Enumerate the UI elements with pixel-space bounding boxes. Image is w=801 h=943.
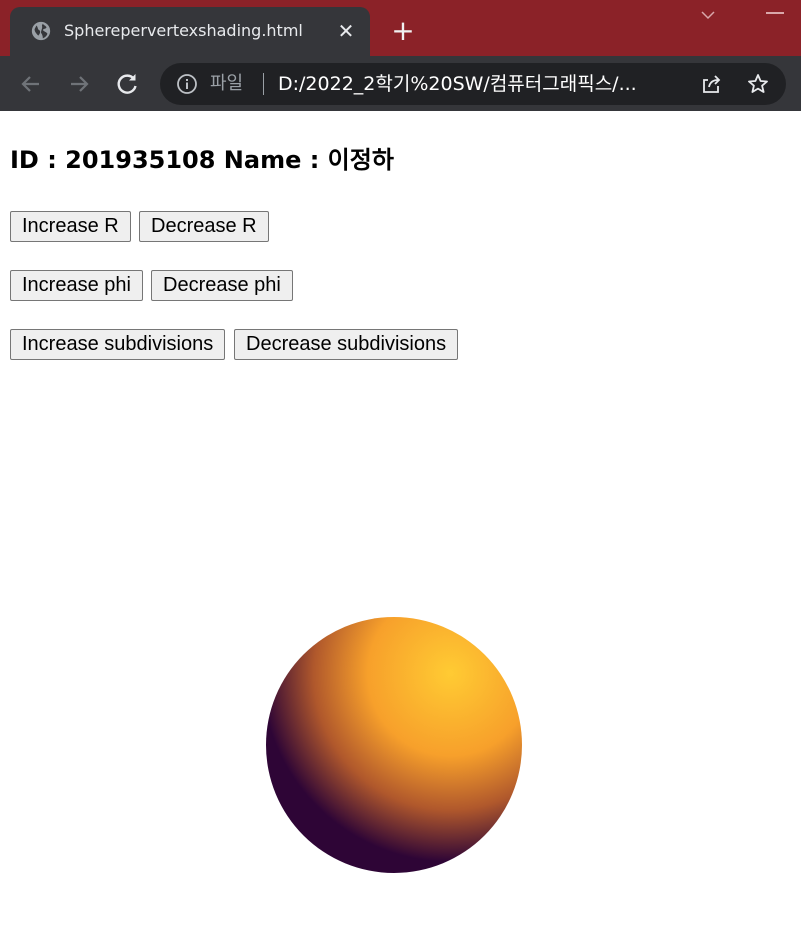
star-icon[interactable] (746, 72, 770, 96)
close-icon[interactable]: ✕ (334, 19, 358, 43)
increase-r-button[interactable]: Increase R (10, 211, 131, 242)
shaded-sphere (266, 617, 522, 873)
address-bar[interactable]: 파일 D:/2022_2학기%20SW/컴퓨터그래픽스/... (160, 63, 786, 105)
globe-icon (31, 21, 51, 41)
chevron-down-icon[interactable] (697, 6, 719, 24)
scheme-label: 파일 (210, 73, 244, 94)
browser-titlebar: Spherepervertexshading.html ✕ + (0, 0, 801, 56)
info-icon[interactable] (176, 73, 198, 95)
decrease-r-button[interactable]: Decrease R (139, 211, 269, 242)
browser-tab[interactable]: Spherepervertexshading.html ✕ (10, 7, 370, 56)
increase-subdivisions-button[interactable]: Increase subdivisions (10, 329, 226, 360)
page-title: ID : 201935108 Name : 이정하 (10, 146, 394, 174)
forward-arrow-icon[interactable] (65, 70, 93, 98)
browser-toolbar: 파일 D:/2022_2학기%20SW/컴퓨터그래픽스/... (0, 56, 801, 111)
share-icon[interactable] (699, 72, 723, 96)
page-content: ID : 201935108 Name : 이정하 Increase R Dec… (0, 111, 801, 943)
omnibox-divider (263, 73, 264, 95)
webgl-canvas[interactable] (262, 613, 526, 877)
reload-icon[interactable] (113, 70, 141, 98)
minimize-icon[interactable] (766, 12, 784, 14)
increase-phi-button[interactable]: Increase phi (10, 270, 143, 301)
back-arrow-icon[interactable] (17, 70, 45, 98)
decrease-subdivisions-button[interactable]: Decrease subdivisions (234, 329, 459, 360)
tab-title: Spherepervertexshading.html (64, 21, 303, 40)
decrease-phi-button[interactable]: Decrease phi (151, 270, 293, 301)
plus-icon[interactable]: + (388, 17, 418, 47)
url-text[interactable]: D:/2022_2학기%20SW/컴퓨터그래픽스/... (278, 72, 678, 96)
